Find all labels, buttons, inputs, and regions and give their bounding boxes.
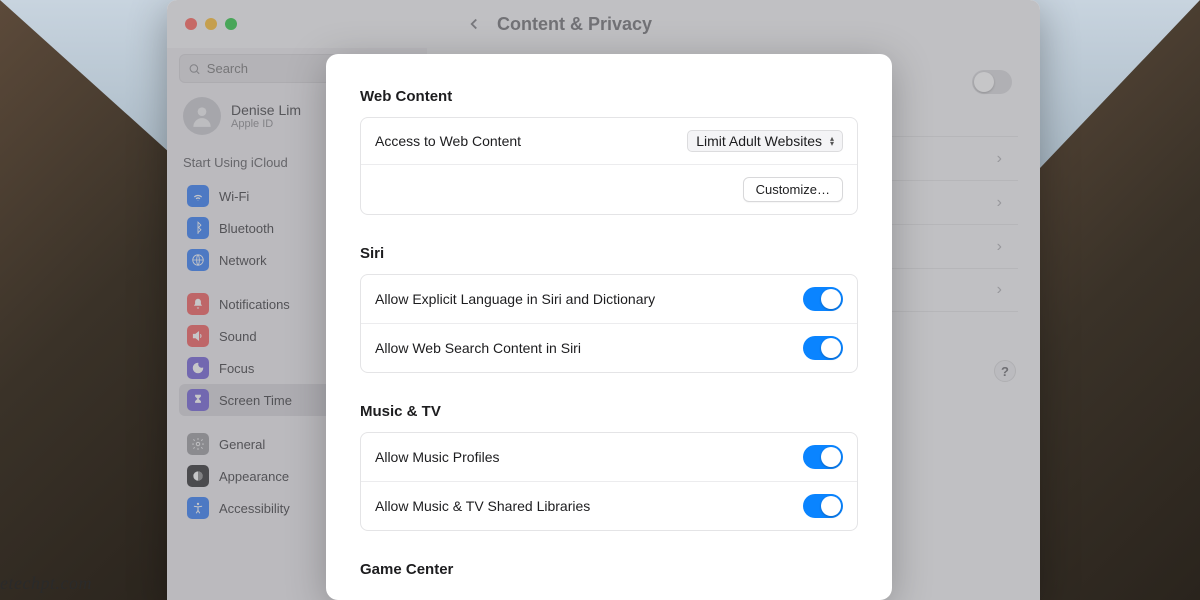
popup-value: Limit Adult Websites — [696, 133, 822, 149]
allow-music-profiles-toggle[interactable] — [803, 445, 843, 469]
wifi-icon — [187, 185, 209, 207]
sidebar-item-label: Accessibility — [219, 501, 290, 516]
settings-row: Allow Music Profiles — [361, 433, 857, 482]
content-header: Content & Privacy — [447, 0, 1040, 48]
chevron-right-icon: › — [997, 194, 1002, 212]
network-icon — [187, 249, 209, 271]
settings-row: Allow Web Search Content in Siri — [361, 324, 857, 372]
person-icon — [189, 103, 215, 129]
row-label: Allow Explicit Language in Siri and Dict… — [375, 291, 655, 307]
customize-button[interactable]: Customize… — [743, 177, 843, 202]
allow-explicit-language-in-siri-and-dictionary-toggle[interactable] — [803, 287, 843, 311]
section-title: Siri — [360, 245, 858, 262]
settings-row: Access to Web Content Limit Adult Website… — [361, 118, 857, 165]
sidebar-item-label: Bluetooth — [219, 221, 274, 236]
section-title: Music & TV — [360, 403, 858, 420]
search-icon — [188, 62, 201, 76]
sidebar-item-label: Sound — [219, 329, 257, 344]
allow-music-tv-shared-libraries-toggle[interactable] — [803, 494, 843, 518]
profile-subtitle: Apple ID — [231, 118, 301, 130]
accessibility-icon — [187, 497, 209, 519]
content-privacy-sheet: Web Content Access to Web Content Limit Ad… — [326, 54, 892, 600]
help-button[interactable]: ? — [994, 360, 1016, 382]
sidebar-item-label: Wi-Fi — [219, 189, 249, 204]
bell-icon — [187, 293, 209, 315]
sidebar-item-label: Network — [219, 253, 267, 268]
profile-name: Denise Lim — [231, 102, 301, 118]
focus-icon — [187, 357, 209, 379]
settings-panel: Allow Explicit Language in Siri and Dict… — [360, 274, 858, 373]
row-label: Allow Music Profiles — [375, 449, 499, 465]
chevron-right-icon: › — [997, 281, 1002, 299]
allow-web-search-content-in-siri-toggle[interactable] — [803, 336, 843, 360]
content-privacy-master-toggle[interactable] — [972, 70, 1012, 94]
zoom-window-button[interactable] — [225, 18, 237, 30]
page-title: Content & Privacy — [497, 14, 652, 35]
settings-row: Allow Explicit Language in Siri and Dict… — [361, 275, 857, 324]
avatar — [183, 97, 221, 135]
close-window-button[interactable] — [185, 18, 197, 30]
settings-panel: Access to Web Content Limit Adult Website… — [360, 117, 858, 215]
sidebar-item-label: Appearance — [219, 469, 289, 484]
sidebar-item-label: Screen Time — [219, 393, 292, 408]
bluetooth-icon — [187, 217, 209, 239]
section-title: Game Center — [360, 561, 858, 578]
sidebar-item-label: General — [219, 437, 265, 452]
minimize-window-button[interactable] — [205, 18, 217, 30]
row-label: Allow Web Search Content in Siri — [375, 340, 581, 356]
sheet-scroll-area[interactable]: Web Content Access to Web Content Limit Ad… — [326, 54, 892, 600]
row-label: Allow Music & TV Shared Libraries — [375, 498, 590, 514]
web-content-access-popup[interactable]: Limit Adult Websites ▴▾ — [687, 130, 843, 152]
window-controls — [185, 18, 237, 30]
settings-row: Allow Music & TV Shared Libraries — [361, 482, 857, 530]
hourglass-icon — [187, 389, 209, 411]
sidebar-item-label: Notifications — [219, 297, 290, 312]
appearance-icon — [187, 465, 209, 487]
row-label: Access to Web Content — [375, 133, 521, 149]
watermark: etechpt.com — [0, 573, 92, 594]
section-title: Web Content — [360, 88, 858, 105]
chevron-right-icon: › — [997, 238, 1002, 256]
back-chevron-icon[interactable] — [465, 15, 483, 33]
sound-icon — [187, 325, 209, 347]
stepper-icon: ▴▾ — [826, 136, 838, 146]
sidebar-item-label: Focus — [219, 361, 254, 376]
settings-panel: Allow Music Profiles Allow Music & TV Sha… — [360, 432, 858, 531]
chevron-right-icon: › — [997, 150, 1002, 168]
gear-icon — [187, 433, 209, 455]
settings-row: Customize… — [361, 165, 857, 214]
